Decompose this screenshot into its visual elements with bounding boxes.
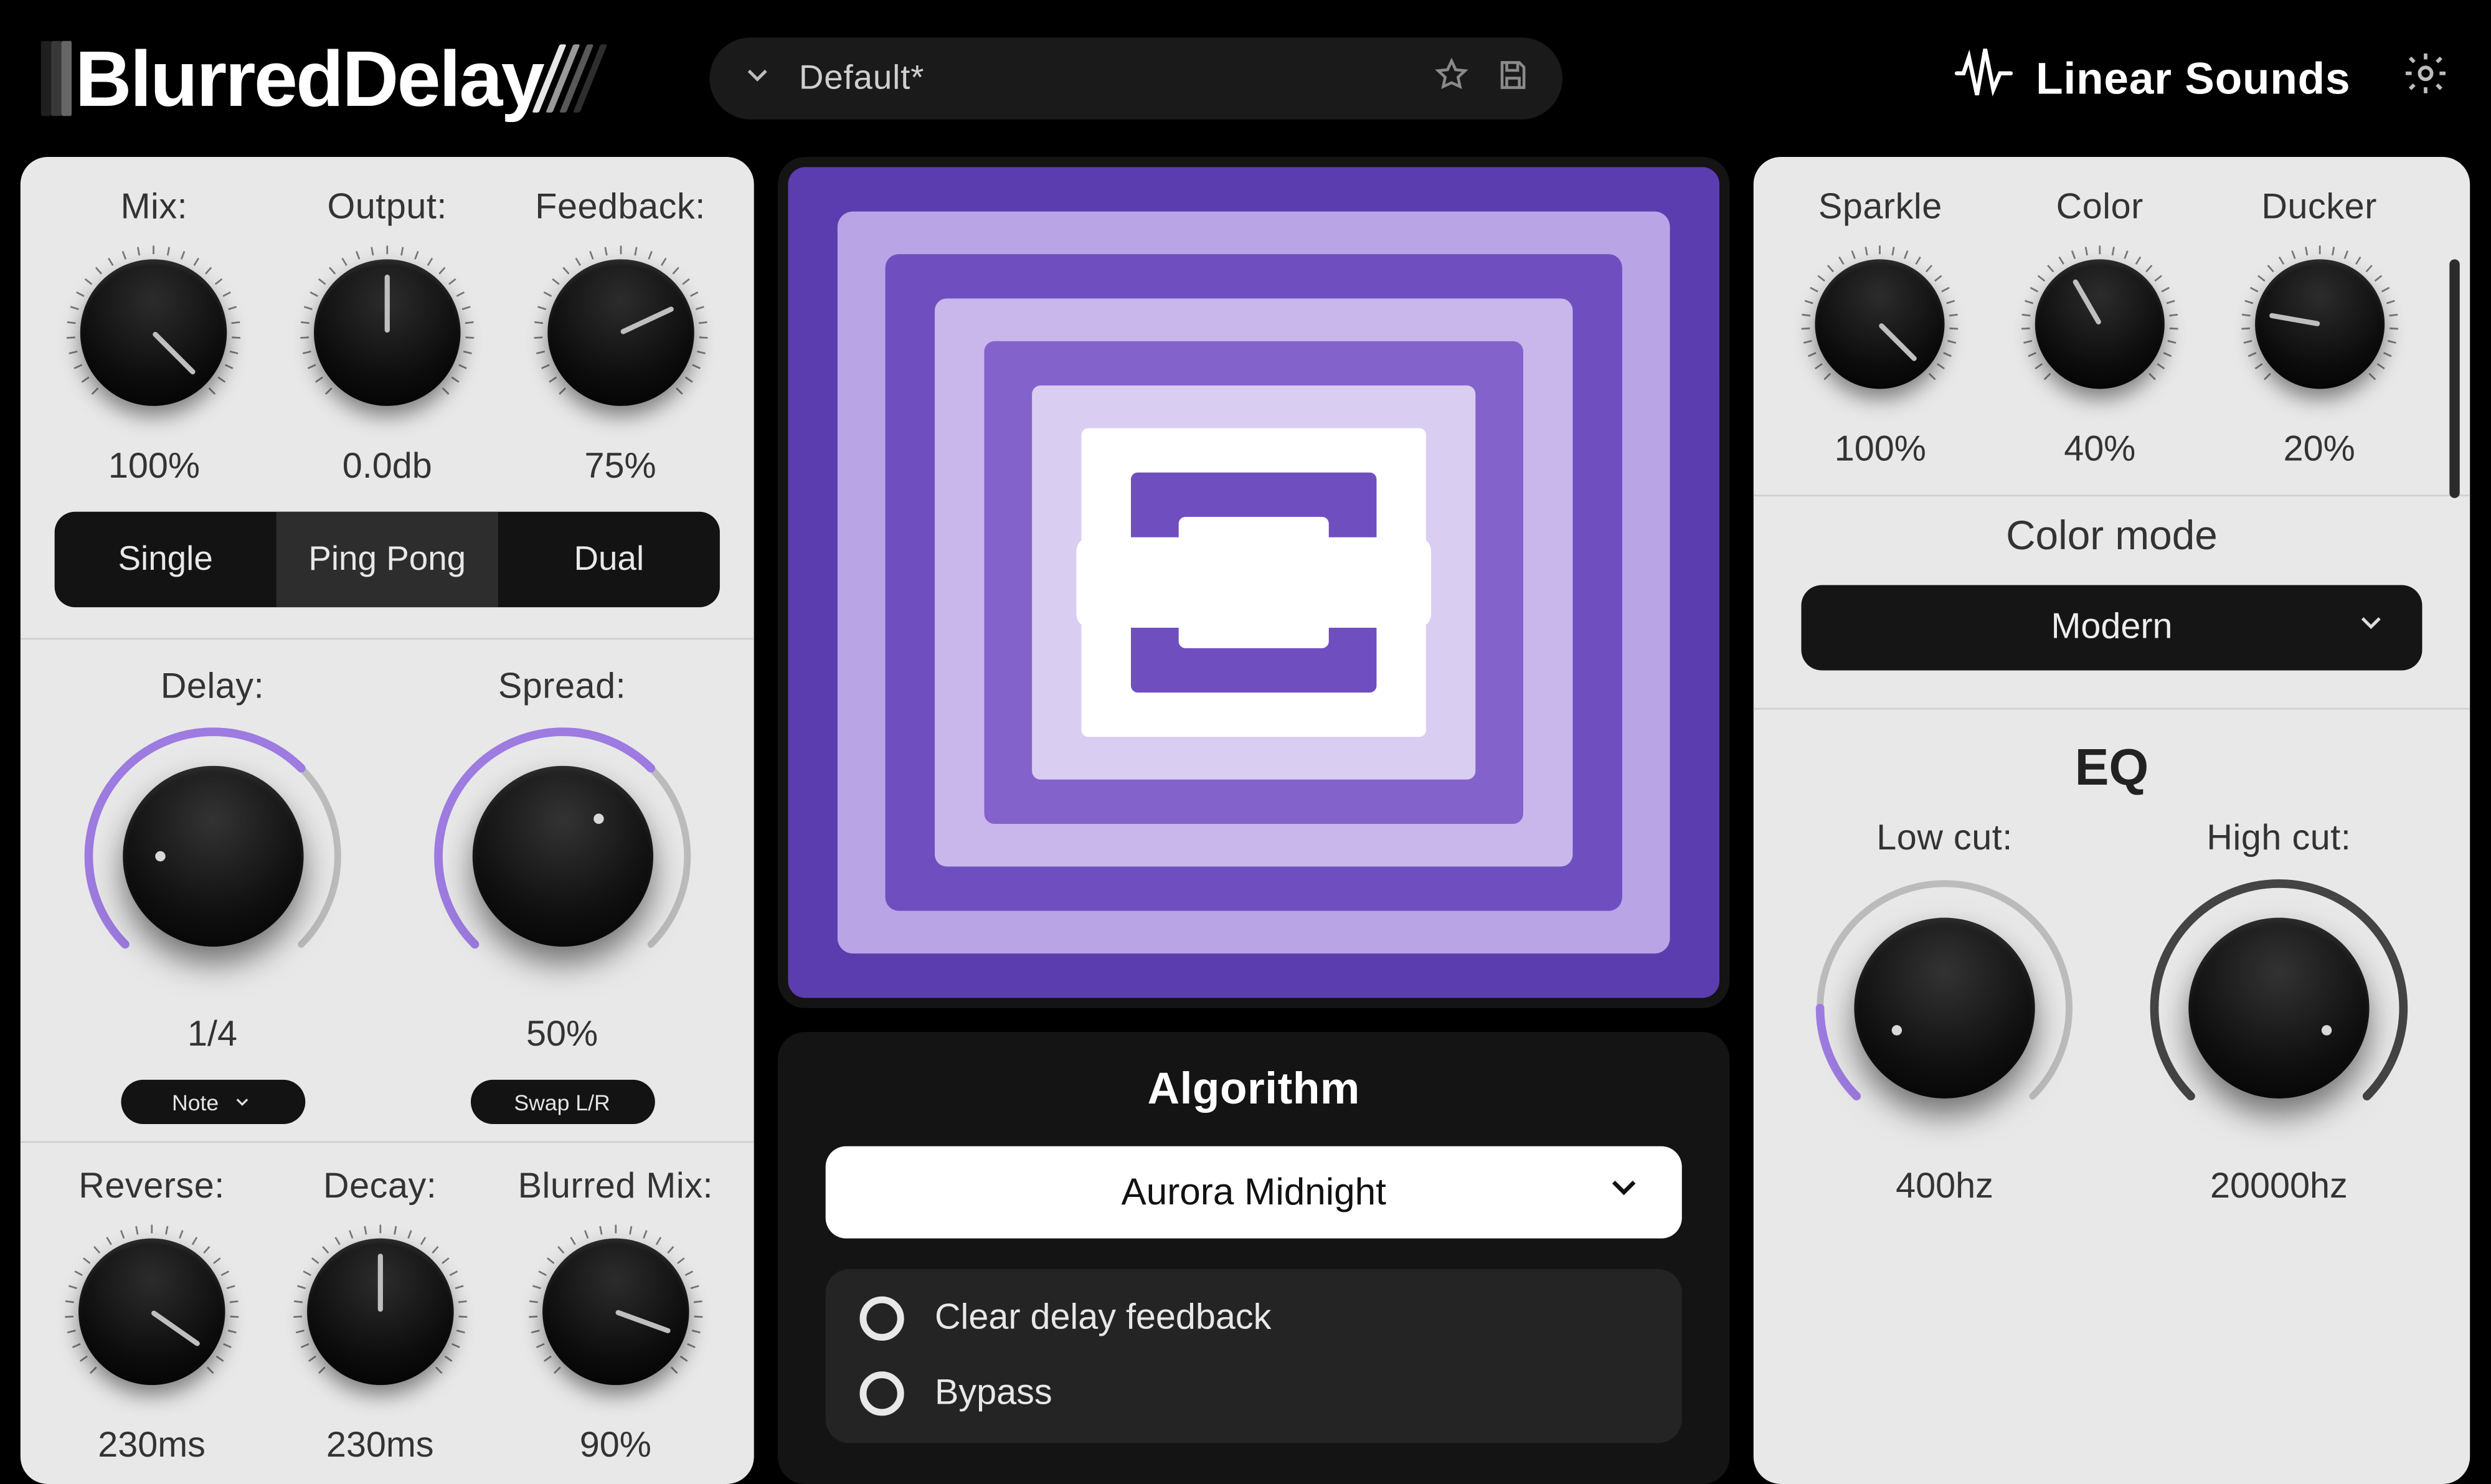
divider [1754,708,2470,710]
chevron-down-icon [741,57,775,100]
chevron-down-icon [2354,605,2388,650]
knob-value: 1/4 [187,1015,237,1056]
output-knob[interactable]: Output: 0.0db [297,187,478,488]
knob-value: 20000hz [2210,1167,2348,1208]
highcut-knob[interactable]: High cut: 20000hz [2144,819,2414,1208]
knob-value: 50% [526,1015,598,1056]
logo-echo-trail-icon [546,44,608,113]
color-knob[interactable]: Color 40% [2018,187,2181,471]
radio-icon [859,1297,904,1341]
delay-pill[interactable]: Note [120,1080,305,1124]
option-clear[interactable]: Clear delay feedback [859,1297,1647,1341]
preset-selector[interactable]: Default* [710,37,1563,119]
knob-label: Reverse: [78,1167,225,1208]
knob-label: Delay: [161,667,264,708]
knob-label: High cut: [2206,819,2351,860]
mode-tab-pingpong[interactable]: Ping Pong [277,512,498,607]
product-name: BlurredDelay [75,32,543,125]
knob-value: 100% [1835,430,1926,471]
knob-value: 400hz [1896,1167,1993,1208]
knob-value: 100% [108,447,200,488]
knob-value: 20% [2284,430,2355,471]
knob-label: Sparkle [1818,187,1942,229]
chevron-down-icon [1604,1167,1645,1218]
reverse-knob[interactable]: Reverse: 230ms [61,1167,242,1467]
option-bypass[interactable]: Bypass [859,1371,1647,1415]
algorithm-value: Aurora Midnight [1122,1170,1386,1214]
save-icon[interactable] [1495,55,1532,102]
algorithm-panel: Algorithm Aurora Midnight Clear delay fe… [778,1032,1729,1484]
knob-label: Spread: [498,667,626,708]
blurredmix-knob[interactable]: Blurred Mix: 90% [518,1167,713,1467]
algorithm-heading: Algorithm [826,1062,1682,1115]
knob-value: 230ms [98,1426,206,1467]
brand-name: Linear Sounds [2036,52,2350,105]
logo-echo-pre-icon [41,41,78,116]
product-logo: BlurredDelay [41,32,608,125]
spread-knob[interactable]: Spread: 50% Swap L/R [427,667,697,1124]
knob-label: Output: [327,187,447,229]
knob-label: Blurred Mix: [518,1167,713,1208]
option-label: Clear delay feedback [935,1298,1271,1339]
ducker-knob[interactable]: Ducker 20% [2238,187,2401,471]
knob-value: 75% [584,447,656,488]
knob-label: Decay: [323,1167,437,1208]
knob-label: Ducker [2261,187,2376,229]
mode-tab-single[interactable]: Single [55,512,277,607]
radio-icon [859,1371,904,1415]
knob-value: 90% [580,1426,651,1467]
decay-knob[interactable]: Decay: 230ms [290,1167,470,1467]
left-panel: Mix: 100% Output: 0.0db Feedback: 75% Si… [21,157,754,1484]
delay-visualizer [778,157,1729,1008]
chevron-down-icon [232,1092,253,1112]
option-label: Bypass [935,1373,1052,1414]
sparkle-knob[interactable]: Sparkle 100% [1799,187,1962,471]
eq-heading: EQ [1754,740,2470,798]
knob-label: Color [2056,187,2144,229]
color-mode-label: Color mode [1754,513,2470,561]
knob-label: Mix: [121,187,188,229]
waveform-icon [1950,40,2015,116]
mix-knob[interactable]: Mix: 100% [64,187,244,488]
brand: Linear Sounds [1950,40,2449,116]
feedback-knob[interactable]: Feedback: 75% [530,187,711,488]
knob-value: 40% [2064,430,2135,471]
algorithm-select[interactable]: Aurora Midnight [826,1146,1682,1239]
header: BlurredDelay Default* Linear Sounds [0,0,2490,157]
divider [1754,494,2470,496]
preset-name: Default* [799,59,1410,98]
right-panel: Sparkle 100% Color 40% Ducker 20% Color … [1754,157,2470,1484]
settings-button[interactable] [2402,49,2450,108]
color-mode-value: Modern [2051,607,2172,648]
lowcut-knob[interactable]: Low cut: 400hz [1810,819,2079,1208]
delay-mode-tabs: SinglePing PongDual [55,512,720,607]
knob-value: 0.0db [343,447,432,488]
panel-handle[interactable] [2449,259,2459,498]
knob-label: Feedback: [535,187,706,229]
delay-knob[interactable]: Delay: 1/4 Note [78,667,347,1124]
color-mode-select[interactable]: Modern [1801,585,2422,671]
knob-label: Low cut: [1876,819,2013,860]
knob-value: 230ms [326,1426,434,1467]
mode-tab-dual[interactable]: Dual [498,512,720,607]
spread-pill[interactable]: Swap L/R [470,1080,655,1124]
favorite-icon[interactable] [1434,55,1471,102]
